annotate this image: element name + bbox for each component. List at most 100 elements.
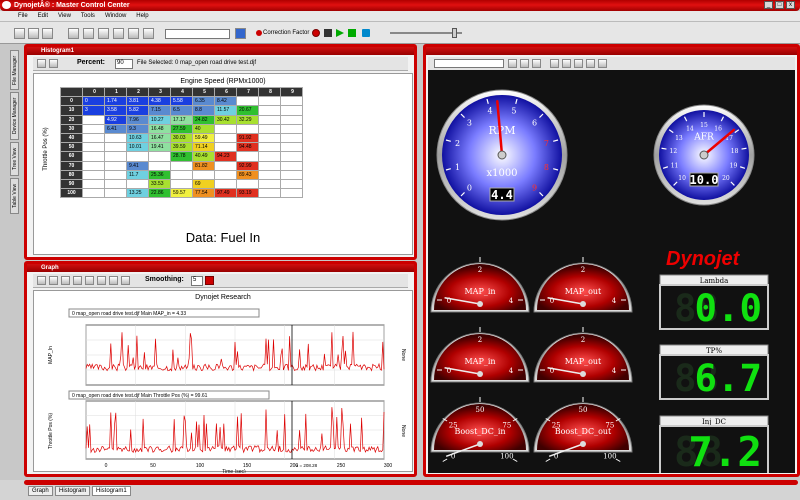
gauge-bar-icon[interactable] xyxy=(586,59,595,68)
table-cell[interactable] xyxy=(258,132,281,144)
menu-help[interactable]: Help xyxy=(136,11,148,21)
gauge-add-icon[interactable] xyxy=(562,59,571,68)
row-header[interactable]: 50 xyxy=(60,142,83,153)
grid-icon[interactable] xyxy=(37,59,46,68)
table-cell[interactable]: 9.3 xyxy=(126,123,149,134)
column-header[interactable]: 5 xyxy=(192,86,215,98)
tab-device-manager[interactable]: Device Manager xyxy=(10,92,19,140)
smoothing-clear-icon[interactable] xyxy=(205,276,214,285)
table-cell[interactable]: 6.5 xyxy=(170,105,193,116)
pan-icon[interactable] xyxy=(49,276,58,285)
table-cell[interactable] xyxy=(104,169,127,180)
table-cell[interactable]: 5.82 xyxy=(126,105,149,116)
table-cell[interactable] xyxy=(82,188,105,199)
table-cell[interactable] xyxy=(170,160,193,171)
table-cell[interactable]: 25.36 xyxy=(148,169,171,180)
table-cell[interactable]: 5.58 xyxy=(170,96,193,107)
settings-icon[interactable] xyxy=(113,28,124,39)
table-cell[interactable] xyxy=(104,151,127,162)
column-header[interactable]: 9 xyxy=(280,86,303,98)
table-cell[interactable] xyxy=(280,188,303,199)
copy-icon[interactable] xyxy=(49,59,58,68)
table-cell[interactable]: 7.96 xyxy=(126,114,149,125)
table-cell[interactable] xyxy=(280,142,303,153)
export-icon[interactable] xyxy=(109,276,118,285)
table-cell[interactable]: 3 xyxy=(82,105,105,116)
table-cell[interactable] xyxy=(82,151,105,162)
table-cell[interactable]: 4.38 xyxy=(148,96,171,107)
cursor-icon[interactable] xyxy=(61,276,70,285)
bottom-tab-histogram[interactable]: Histogram xyxy=(55,486,91,496)
table-cell[interactable]: 19.41 xyxy=(148,142,171,153)
table-cell[interactable] xyxy=(280,178,303,190)
table-cell[interactable] xyxy=(82,142,105,153)
gauge-grid-icon[interactable] xyxy=(532,59,541,68)
column-header[interactable]: 0 xyxy=(82,86,105,98)
overlay-icon[interactable] xyxy=(73,276,82,285)
table-cell[interactable]: 33.53 xyxy=(148,178,171,190)
table-cell[interactable] xyxy=(82,178,105,190)
run-selector-input[interactable] xyxy=(165,29,230,39)
gauge-save-icon[interactable] xyxy=(508,59,517,68)
table-cell[interactable]: 22.86 xyxy=(148,188,171,199)
table-icon[interactable] xyxy=(128,28,139,39)
table-cell[interactable]: 6.41 xyxy=(104,123,127,134)
table-cell[interactable] xyxy=(258,114,281,125)
menu-window[interactable]: Window xyxy=(105,11,126,21)
table-cell[interactable]: 30.03 xyxy=(170,132,193,144)
table-cell[interactable] xyxy=(280,169,303,180)
table-cell[interactable] xyxy=(258,142,281,153)
tab-table-view[interactable]: Table View xyxy=(10,178,19,214)
table-cell[interactable] xyxy=(236,178,259,190)
gauge-delete-icon[interactable] xyxy=(520,59,529,68)
table-cell[interactable]: 97.49 xyxy=(214,188,237,199)
table-cell[interactable] xyxy=(258,96,281,107)
table-cell[interactable]: 8.8 xyxy=(192,105,215,116)
table-cell[interactable] xyxy=(104,160,127,171)
bottom-tab-graph[interactable]: Graph xyxy=(28,486,53,496)
table-cell[interactable] xyxy=(104,142,127,153)
table-cell[interactable] xyxy=(82,123,105,134)
table-cell[interactable]: 11.57 xyxy=(214,105,237,116)
gauge-layout-input[interactable] xyxy=(434,59,504,68)
table-cell[interactable] xyxy=(280,123,303,134)
table-cell[interactable]: 3.58 xyxy=(104,105,127,116)
column-header[interactable]: 7 xyxy=(236,86,259,98)
table-cell[interactable] xyxy=(280,151,303,162)
save-icon[interactable] xyxy=(28,28,39,39)
table-cell[interactable] xyxy=(258,105,281,116)
table-cell[interactable] xyxy=(258,160,281,171)
table-cell[interactable]: 92.99 xyxy=(236,160,259,171)
row-header[interactable]: 10 xyxy=(60,105,83,116)
table-cell[interactable]: 71.14 xyxy=(192,142,215,153)
row-header[interactable]: 80 xyxy=(60,169,83,180)
row-header[interactable]: 70 xyxy=(60,160,83,171)
print-icon[interactable] xyxy=(42,28,53,39)
row-header[interactable]: 90 xyxy=(60,178,83,190)
table-cell[interactable]: 91.92 xyxy=(236,132,259,144)
table-cell[interactable] xyxy=(236,151,259,162)
record-icon[interactable] xyxy=(312,29,320,37)
column-header[interactable]: 1 xyxy=(104,86,127,98)
refresh-icon[interactable] xyxy=(362,29,370,37)
stop-icon[interactable] xyxy=(324,29,332,37)
table-cell[interactable] xyxy=(236,123,259,134)
playback-slider-thumb[interactable] xyxy=(452,28,457,38)
table-cell[interactable]: 16.48 xyxy=(148,123,171,134)
table-cell[interactable] xyxy=(82,114,105,125)
menu-edit[interactable]: Edit xyxy=(38,11,48,21)
row-header[interactable]: 40 xyxy=(60,132,83,144)
row-header[interactable]: 100 xyxy=(60,188,83,199)
column-header[interactable]: 4 xyxy=(170,86,193,98)
table-cell[interactable] xyxy=(104,132,127,144)
table-cell[interactable] xyxy=(148,160,171,171)
table-cell[interactable] xyxy=(280,160,303,171)
table-cell[interactable]: 69 xyxy=(192,178,215,190)
table-cell[interactable]: 93.19 xyxy=(236,188,259,199)
table-cell[interactable] xyxy=(258,188,281,199)
table-cell[interactable] xyxy=(82,132,105,144)
table-cell[interactable]: 17.17 xyxy=(170,114,193,125)
table-cell[interactable]: 4.92 xyxy=(104,114,127,125)
close-button[interactable]: x xyxy=(786,1,795,9)
table-cell[interactable]: 39.59 xyxy=(170,142,193,153)
